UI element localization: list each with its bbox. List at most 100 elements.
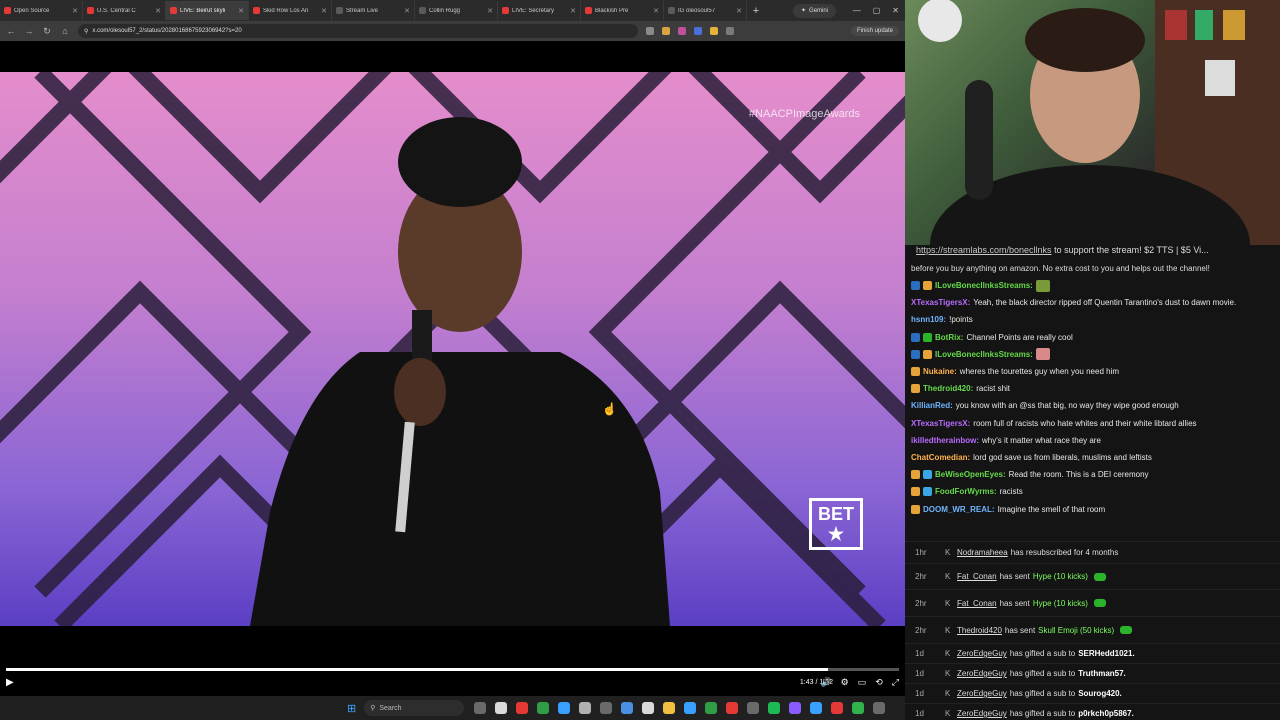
chat-username[interactable]: FoodForWyrms: (935, 487, 997, 496)
reload-icon[interactable]: ↻ (42, 26, 52, 37)
taskbar-app-icon[interactable] (516, 702, 529, 714)
tab-close-icon[interactable]: ✕ (487, 7, 493, 15)
extension-icon[interactable] (694, 27, 702, 35)
taskbar-app-icon[interactable] (726, 702, 739, 714)
taskbar-app-icon[interactable] (495, 702, 508, 714)
taskbar-app-icon[interactable] (621, 702, 634, 714)
browser-tab[interactable]: Open Source ✕ (0, 1, 83, 20)
streamlabs-link[interactable]: https://streamlabs.com/bonecllnks (916, 245, 1052, 255)
event-username[interactable]: Fat_Conan (957, 599, 997, 608)
browser-tab[interactable]: Blackish Pre ✕ (581, 1, 664, 20)
taskbar-app-icon[interactable] (684, 702, 697, 714)
chat-username[interactable]: KillianRed: (911, 401, 953, 410)
new-tab-button[interactable]: + (747, 5, 765, 17)
picture-in-picture-icon[interactable]: ▭ (858, 677, 867, 688)
chat-username[interactable]: BotRix: (935, 333, 963, 342)
extension-icon[interactable] (646, 27, 654, 35)
chat-username[interactable]: ikilledtherainbow: (911, 436, 979, 445)
chat-username[interactable]: ChatComedian: (911, 453, 970, 462)
taskbar-app-icon[interactable] (558, 702, 571, 714)
taskbar-search[interactable]: ⚲ Search (364, 700, 465, 716)
chat-username[interactable]: ILoveBonecllnksStreams: (935, 350, 1033, 359)
chat-message: DOOM_WR_REAL: Imagine the smell of that r… (905, 500, 1280, 517)
volume-icon[interactable]: 🔊 (820, 677, 831, 688)
fullscreen-icon[interactable]: ⤢ (892, 677, 899, 688)
taskbar-app-icon[interactable] (852, 702, 865, 714)
chat-username[interactable]: DOOM_WR_REAL: (923, 505, 995, 514)
event-username[interactable]: Thedroid420 (957, 626, 1002, 635)
chat-badge-icon (911, 384, 920, 394)
taskbar-app-icon[interactable] (810, 702, 823, 714)
finish-update-button[interactable]: Finish update (850, 26, 899, 36)
browser-tab[interactable]: LIVE: Secretary ✕ (498, 1, 581, 20)
event-recipient[interactable]: Sourog420. (1078, 689, 1122, 698)
address-bar[interactable]: ⚲ x.com/olesoul57_2/status/2028016867592… (78, 24, 638, 38)
taskbar-app-icon[interactable] (663, 702, 676, 714)
taskbar-app-icon[interactable] (747, 702, 760, 714)
settings-icon[interactable]: ⚙ (841, 677, 849, 688)
chat-username[interactable]: Nukaine: (923, 367, 957, 376)
puzzle-icon[interactable] (726, 27, 734, 35)
browser-tab[interactable]: U.S. Central C ✕ (83, 1, 166, 20)
chat-username[interactable]: hsnn109: (911, 315, 946, 324)
tab-close-icon[interactable]: ✕ (238, 7, 244, 15)
forward-icon[interactable]: → (24, 26, 34, 36)
tab-close-icon[interactable]: ✕ (72, 7, 78, 15)
event-recipient[interactable]: p0rkch0p5867. (1078, 709, 1134, 718)
taskbar-app-icon[interactable] (768, 702, 781, 714)
site-info-icon[interactable]: ⚲ (84, 28, 88, 35)
tab-close-icon[interactable]: ✕ (736, 7, 742, 15)
taskbar-apps (474, 702, 886, 714)
chat-username[interactable]: XTexasTigersX: (911, 419, 970, 428)
browser-tab[interactable]: Collin Rugg ✕ (415, 1, 498, 20)
play-icon[interactable]: ▶ (6, 677, 14, 688)
taskbar-app-icon[interactable] (600, 702, 613, 714)
home-icon[interactable]: ⌂ (60, 26, 70, 36)
browser-tab[interactable]: LIVE: Beirut skyli ✕ (166, 1, 249, 20)
chat-username[interactable]: BeWiseOpenEyes: (935, 470, 1006, 479)
event-username[interactable]: ZeroEdgeGuy (957, 669, 1007, 678)
video-frame[interactable]: #NAACPImageAwards BET ★ (0, 72, 905, 626)
browser-tab[interactable]: Stream Live ✕ (332, 1, 415, 20)
taskbar-app-icon[interactable] (579, 702, 592, 714)
tab-close-icon[interactable]: ✕ (155, 7, 161, 15)
chat-username[interactable]: Thedroid420: (923, 384, 973, 393)
browser-tab[interactable]: IG oleosoul57 ✕ (664, 1, 747, 20)
event-username[interactable]: ZeroEdgeGuy (957, 649, 1007, 658)
gemini-button[interactable]: ✦ Gemini (793, 3, 837, 18)
seek-bar-fill (6, 668, 828, 671)
chat-message: BeWiseOpenEyes: Read the room. This is a … (905, 466, 1280, 483)
event-username[interactable]: ZeroEdgeGuy (957, 689, 1007, 698)
event-username[interactable]: Nodramaheea (957, 548, 1008, 557)
extension-icon[interactable] (678, 27, 686, 35)
tab-close-icon[interactable]: ✕ (321, 7, 327, 15)
extension-icon[interactable] (662, 27, 670, 35)
tab-close-icon[interactable]: ✕ (404, 7, 410, 15)
event-username[interactable]: Fat_Conan (957, 572, 997, 581)
tab-close-icon[interactable]: ✕ (570, 7, 576, 15)
taskbar-app-icon[interactable] (831, 702, 844, 714)
maximize-icon[interactable]: ▢ (873, 6, 881, 15)
close-icon[interactable]: ✕ (892, 6, 899, 15)
seek-bar[interactable] (6, 668, 899, 671)
minimize-icon[interactable]: — (853, 6, 861, 15)
taskbar-app-icon[interactable] (474, 702, 487, 714)
event-recipient[interactable]: Truthman57. (1078, 669, 1126, 678)
event-username[interactable]: ZeroEdgeGuy (957, 709, 1007, 718)
browser-tab[interactable]: Skid Row Los An ✕ (249, 1, 332, 20)
windows-start-icon[interactable]: ⊞ (347, 702, 356, 715)
tab-close-icon[interactable]: ✕ (653, 7, 659, 15)
taskbar-app-icon[interactable] (642, 702, 655, 714)
back-icon[interactable]: ← (6, 26, 16, 36)
chat-username[interactable]: XTexasTigersX: (911, 298, 970, 307)
loop-icon[interactable]: ⟲ (875, 677, 883, 688)
event-recipient[interactable]: SERHedd1021. (1078, 649, 1134, 658)
event-text: has sent (999, 598, 1030, 608)
extension-icon[interactable] (710, 27, 718, 35)
taskbar-app-icon[interactable] (789, 702, 802, 714)
taskbar-app-icon[interactable] (537, 702, 550, 714)
taskbar-app-icon[interactable] (705, 702, 718, 714)
chat-username[interactable]: ILoveBonecllnksStreams: (935, 281, 1033, 290)
taskbar-app-icon[interactable] (873, 702, 886, 714)
chat-message: ChatComedian: lord god save us from liber… (905, 449, 1280, 466)
